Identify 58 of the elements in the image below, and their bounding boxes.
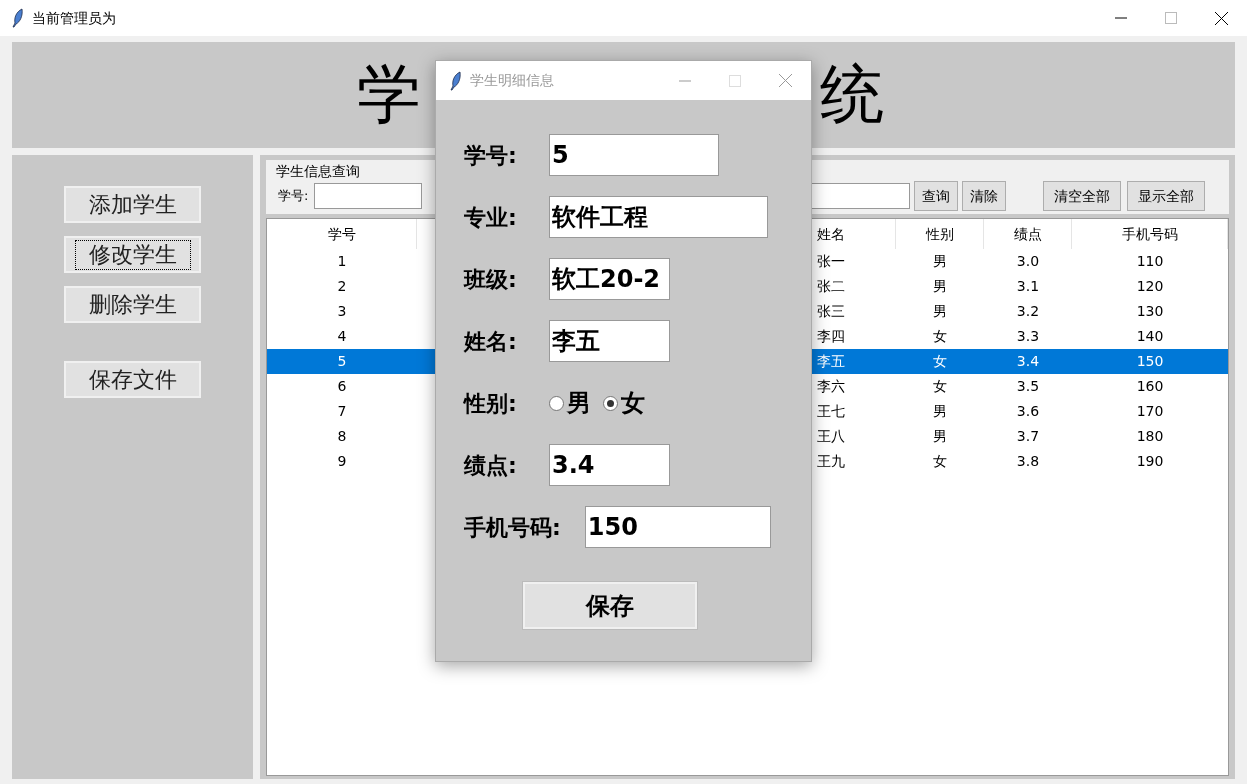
dialog-title: 学生明细信息 — [470, 71, 554, 90]
query-frame-title: 学生信息查询 — [276, 162, 360, 180]
table-cell-text: 180 — [1135, 427, 1165, 446]
table-cell-text: 张三 — [816, 302, 846, 321]
table-cell-text: 男 — [932, 277, 948, 296]
table-cell-text: 男 — [932, 252, 948, 271]
table-cell-text: 3.6 — [1015, 402, 1041, 421]
field-label: 绩点: — [464, 451, 518, 480]
id-label: 学号: — [278, 187, 309, 206]
table-cell-text: 女 — [932, 352, 948, 371]
table-cell-text: 6 — [336, 377, 348, 396]
table-cell-text: 男 — [932, 402, 948, 421]
table-cell-text: 3.3 — [1015, 327, 1041, 346]
table-cell-text: 9 — [336, 452, 348, 471]
table-cell-text: 李四 — [816, 327, 846, 346]
banner-title: 统 — [820, 58, 884, 130]
table-cell-text: 130 — [1135, 302, 1165, 321]
table-cell-text: 3 — [336, 302, 348, 321]
banner-title: 学 — [357, 58, 421, 130]
table-cell-text: 4 — [336, 327, 348, 346]
table-cell-text: 190 — [1135, 452, 1165, 471]
table-cell-text: 3.5 — [1015, 377, 1041, 396]
field-label: 姓名: — [464, 327, 518, 356]
table-cell-text: 7 — [336, 402, 348, 421]
field-label: 班级: — [464, 265, 518, 294]
table-cell-text: 110 — [1135, 252, 1165, 271]
field-label: 专业: — [464, 203, 518, 232]
table-cell-text: 5 — [336, 352, 348, 371]
table-cell-text: 3.8 — [1015, 452, 1041, 471]
field-label: 手机号码: — [464, 513, 562, 542]
table-cell-text: 2 — [336, 277, 348, 296]
table-cell-text: 男 — [932, 427, 948, 446]
table-cell-text: 王八 — [816, 427, 846, 446]
field-label: 性别: — [464, 389, 518, 418]
table-cell-text: 女 — [932, 452, 948, 471]
table-cell-text: 李六 — [816, 377, 846, 396]
table-cell-text: 李五 — [816, 352, 846, 371]
table-cell-text: 张一 — [816, 252, 846, 271]
table-cell-text: 150 — [1135, 352, 1165, 371]
window-title: 当前管理员为 — [32, 8, 116, 28]
table-cell-text: 140 — [1135, 327, 1165, 346]
field-label: 学号: — [464, 141, 518, 170]
table-cell-text: 8 — [336, 427, 348, 446]
table-cell-text: 3.1 — [1015, 277, 1041, 296]
table-cell-text: 女 — [932, 327, 948, 346]
table-cell-text: 170 — [1135, 402, 1165, 421]
table-cell-text: 120 — [1135, 277, 1165, 296]
table-cell-text: 男 — [932, 302, 948, 321]
table-cell-text: 3.7 — [1015, 427, 1041, 446]
table-cell-text: 3.4 — [1015, 352, 1041, 371]
table-cell-text: 1 — [336, 252, 348, 271]
table-cell-text: 3.0 — [1015, 252, 1041, 271]
table-cell-text: 女 — [932, 377, 948, 396]
table-cell-text: 160 — [1135, 377, 1165, 396]
table-cell-text: 王七 — [816, 402, 846, 421]
table-cell-text: 张二 — [816, 277, 846, 296]
table-cell-text: 3.2 — [1015, 302, 1041, 321]
table-cell-text: 王九 — [816, 452, 846, 471]
